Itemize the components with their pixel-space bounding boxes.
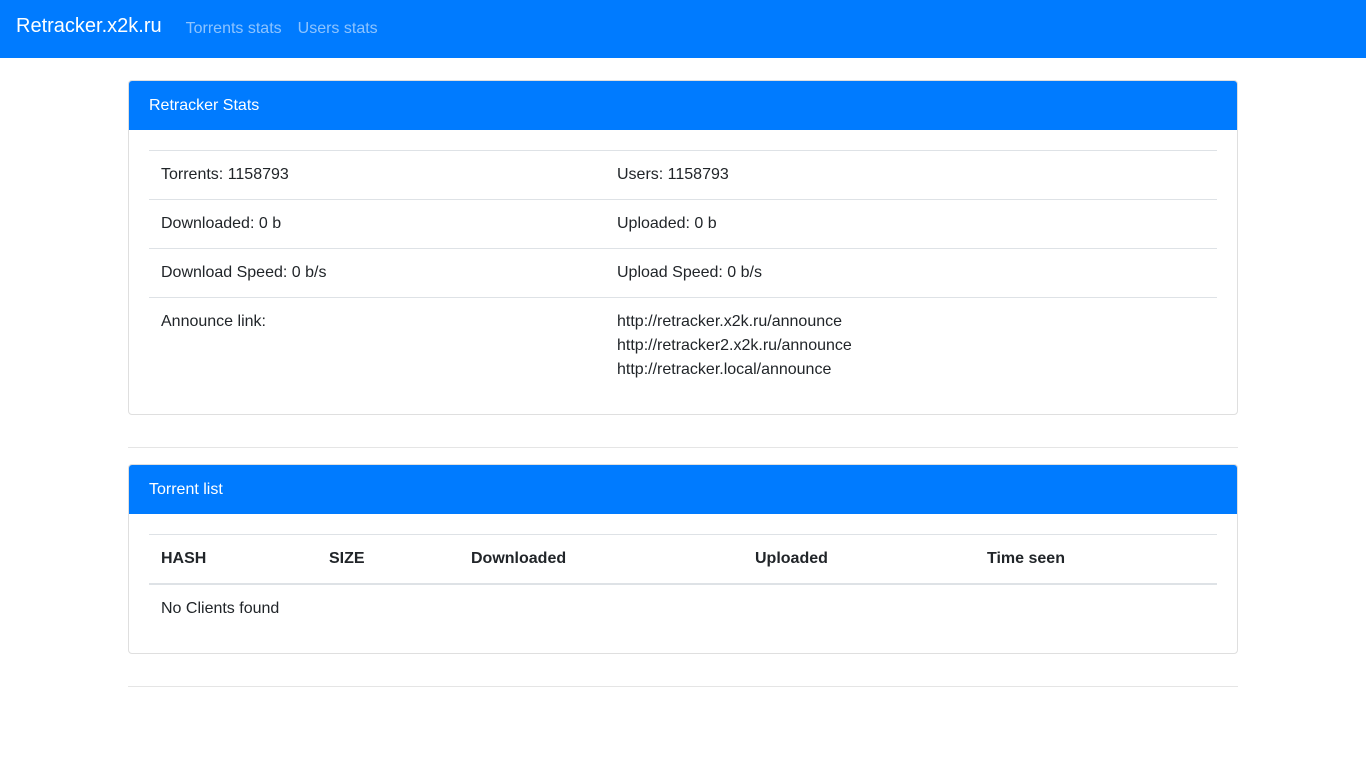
torrent-list-header: Torrent list [129,465,1237,514]
torrent-list-card: Torrent list HASH SIZE Downloaded Upload… [128,464,1238,654]
torrent-table: HASH SIZE Downloaded Uploaded Time seen … [149,534,1217,633]
torrent-list-body: HASH SIZE Downloaded Uploaded Time seen … [129,514,1237,653]
divider [128,447,1238,448]
column-size: SIZE [317,534,459,585]
stats-card-header: Retracker Stats [129,81,1237,130]
announce-link-1: http://retracker.x2k.ru/announce [617,313,843,330]
announce-links: http://retracker.x2k.ru/announce http://… [605,297,1217,394]
stats-table: Torrents: 1158793 Users: 1158793 Downloa… [149,150,1217,394]
stats-card-body: Torrents: 1158793 Users: 1158793 Downloa… [129,130,1237,414]
table-row: Announce link: http://retracker.x2k.ru/a… [149,297,1217,394]
upload-speed: Upload Speed: 0 b/s [605,248,1217,298]
column-uploaded: Uploaded [743,534,975,585]
empty-message: No Clients found [161,600,280,617]
announce-link-3: http://retracker.local/announce [617,361,832,378]
uploaded-total: Uploaded: 0 b [605,199,1217,249]
column-time-seen: Time seen [975,534,1217,585]
nav-link-users-stats[interactable]: Users stats [298,20,378,38]
table-row: Downloaded: 0 b Uploaded: 0 b [149,199,1217,249]
navbar: Retracker.x2k.ru Torrents stats Users st… [0,0,1366,58]
downloaded-total: Downloaded: 0 b [149,199,605,249]
table-row: No Clients found [149,584,1217,633]
table-header-row: HASH SIZE Downloaded Uploaded Time seen [149,534,1217,585]
table-row: Download Speed: 0 b/s Upload Speed: 0 b/… [149,248,1217,298]
divider [128,686,1238,687]
brand-link[interactable]: Retracker.x2k.ru [16,15,162,38]
table-row: Torrents: 1158793 Users: 1158793 [149,150,1217,200]
users-count: Users: 1158793 [605,150,1217,200]
stats-card: Retracker Stats Torrents: 1158793 Users:… [128,80,1238,415]
column-downloaded: Downloaded [459,534,743,585]
torrents-count: Torrents: 1158793 [149,150,605,200]
column-hash: HASH [149,534,317,585]
announce-link-2: http://retracker2.x2k.ru/announce [617,337,852,354]
download-speed: Download Speed: 0 b/s [149,248,605,298]
announce-label: Announce link: [149,297,605,394]
nav-link-torrents-stats[interactable]: Torrents stats [186,20,282,38]
